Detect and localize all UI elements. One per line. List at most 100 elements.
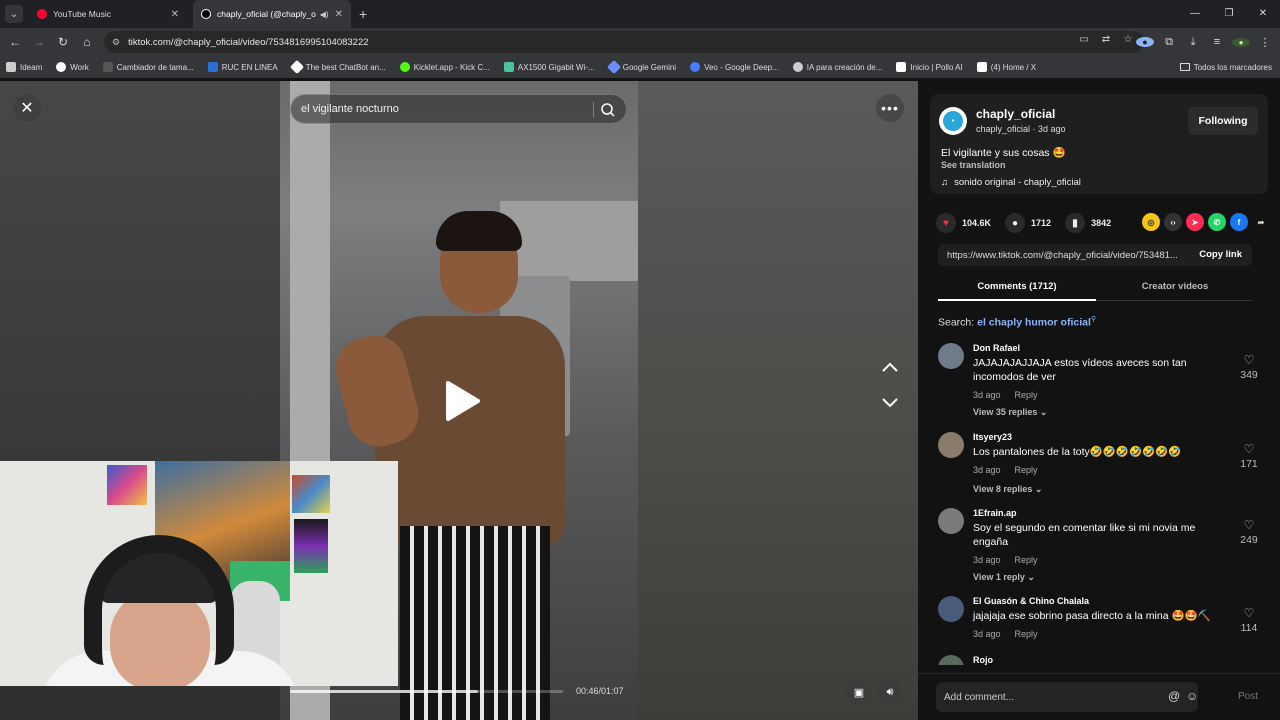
bookmark-icon — [399, 62, 410, 72]
comment-username[interactable]: El Guasón & Chino Chalala — [973, 596, 1089, 606]
author-name[interactable]: chaply_oficial — [976, 107, 1055, 121]
mention-icon[interactable]: @ — [1168, 689, 1180, 703]
repost-icon[interactable]: ◎ — [1142, 213, 1160, 231]
avatar[interactable] — [938, 508, 964, 534]
reload-icon[interactable]: ↻ — [51, 35, 75, 49]
translate-icon[interactable]: ⇄ — [1098, 34, 1114, 45]
comment-username[interactable]: 1Efrain.ap — [973, 508, 1017, 518]
bookmark-item[interactable]: RUC EN LINEA — [207, 62, 278, 72]
extension-icon[interactable]: ● — [1136, 37, 1154, 47]
close-tab-icon[interactable]: ✕ — [171, 9, 179, 20]
send-icon[interactable]: ➤ — [1186, 213, 1204, 231]
home-icon[interactable]: ⌂ — [75, 35, 99, 49]
media-icon[interactable]: ≡ — [1208, 36, 1226, 48]
facebook-icon[interactable]: f — [1230, 213, 1248, 231]
cast-icon[interactable]: ▭ — [1076, 34, 1092, 45]
bookmark-item[interactable]: IA para creación de... — [792, 62, 882, 72]
comment-like-button[interactable]: ♡ 171 — [1236, 442, 1262, 470]
minimize-icon[interactable]: — — [1178, 0, 1212, 28]
bookmark-star-icon[interactable]: ☆ — [1120, 34, 1136, 45]
share-url[interactable]: https://www.tiktok.com/@chaply_oficial/v… — [947, 250, 1185, 261]
close-video-button[interactable]: ✕ — [13, 94, 41, 122]
comment-username[interactable]: Rojo — [973, 655, 993, 665]
bookmark-item[interactable]: (4) Home / X — [976, 62, 1036, 72]
comment-meta: 3d ago Reply — [973, 465, 1038, 475]
play-icon[interactable] — [440, 379, 484, 423]
reply-button[interactable]: Reply — [1015, 390, 1038, 400]
search-icon: ⚲ — [1090, 316, 1097, 323]
tab-comments[interactable]: Comments (1712) — [938, 281, 1096, 292]
see-translation-link[interactable]: See translation — [941, 160, 1006, 170]
following-button[interactable]: Following — [1188, 107, 1258, 135]
close-tab-icon[interactable]: ✕ — [335, 9, 343, 20]
emoji-icon[interactable]: ☺ — [1186, 689, 1198, 703]
tab-tiktok[interactable]: chaply_oficial (@chaply_oficial) ◀) ✕ — [193, 0, 351, 28]
comment-username[interactable]: Don Rafael — [973, 343, 1020, 353]
bookmark-item[interactable]: The best ChatBot an... — [289, 59, 386, 75]
post-button[interactable]: Post — [1238, 691, 1258, 702]
speaker-icon[interactable]: ◀) — [320, 10, 329, 19]
comment-input[interactable]: Add comment... @ ☺ — [936, 682, 1198, 712]
comment-like-button[interactable]: ♡ 114 — [1236, 606, 1262, 634]
more-options-button[interactable]: ••• — [876, 94, 904, 122]
bookmark-item[interactable]: Veo - Google Deep... — [690, 62, 779, 72]
view-replies-button[interactable]: View 1 reply ⌄ — [973, 572, 1035, 583]
comment-like-button[interactable]: ♡ 249 — [1236, 518, 1262, 546]
avatar[interactable] — [938, 432, 964, 458]
avatar[interactable] — [938, 655, 964, 665]
video-progress-bar[interactable] — [290, 690, 563, 693]
view-replies-button[interactable]: View 8 replies ⌄ — [973, 484, 1042, 495]
avatar[interactable] — [938, 343, 964, 369]
bookmark-item[interactable]: Inicio | Pollo AI — [896, 62, 963, 72]
music-link[interactable]: ♫ sonido original - chaply_oficial — [941, 177, 1081, 188]
view-replies-button[interactable]: View 35 replies ⌄ — [973, 407, 1047, 418]
copy-link-button[interactable]: Copy link — [1199, 249, 1242, 260]
save-button[interactable]: ▮ 3842 — [1065, 213, 1111, 233]
tab-search-icon[interactable]: ⌄ — [5, 5, 23, 23]
previous-video-icon[interactable] — [878, 357, 902, 377]
menu-icon[interactable]: ⋮ — [1256, 36, 1274, 49]
comment-placeholder: Add comment... — [944, 691, 1015, 703]
comment-button[interactable]: ● 1712 — [1005, 213, 1051, 233]
comment-text: Los pantalones de la toty🤣🤣🤣🤣🤣🤣🤣 — [973, 446, 1182, 458]
address-bar[interactable]: ⚙ tiktok.com/@chaply_oficial/video/75348… — [104, 31, 1144, 53]
site-info-icon[interactable]: ⚙ — [112, 37, 120, 48]
forward-icon[interactable]: → — [27, 35, 51, 49]
avatar[interactable]: ● — [939, 107, 967, 135]
video-search-input[interactable]: el vigilante nocturno — [290, 94, 627, 124]
search-icon[interactable] — [600, 102, 616, 118]
volume-icon: 🔊︎ — [886, 685, 894, 698]
all-bookmarks[interactable]: Todos los marcadores — [1179, 56, 1272, 78]
reply-button[interactable]: Reply — [1015, 629, 1038, 639]
chevron-down-icon: ⌄ — [1039, 407, 1048, 417]
tab-youtube-music[interactable]: YouTube Music ✕ — [29, 0, 187, 28]
comment-like-button[interactable]: ♡ 349 — [1236, 353, 1262, 381]
bookmark-icon — [56, 62, 67, 72]
bookmark-item[interactable]: Kicklet.app - Kick C... — [399, 62, 490, 72]
bookmark-item[interactable]: Cambiador de tama... — [102, 62, 194, 72]
reply-button[interactable]: Reply — [1015, 465, 1038, 475]
comment-username[interactable]: Itsyery23 — [973, 432, 1012, 442]
close-window-icon[interactable]: ✕ — [1246, 0, 1280, 28]
volume-button[interactable]: 🔊︎ — [877, 679, 903, 705]
like-button[interactable]: ♥ 104.6K — [936, 213, 991, 233]
embed-icon[interactable]: ‹› — [1164, 213, 1182, 231]
avatar[interactable] — [938, 596, 964, 622]
restore-icon[interactable]: ❐ — [1212, 0, 1246, 28]
reply-button[interactable]: Reply — [1015, 555, 1038, 565]
tab-creator-videos[interactable]: Creator videos — [1096, 281, 1254, 292]
bookmark-item[interactable]: Ideam — [6, 62, 42, 72]
bookmark-item[interactable]: Google Gemini — [606, 59, 676, 75]
picture-in-picture-button[interactable]: ▣ — [846, 679, 872, 705]
download-icon[interactable]: ⤓ — [1184, 36, 1202, 49]
puzzle-icon[interactable]: ⧉ — [1160, 36, 1178, 49]
next-video-icon[interactable] — [878, 393, 902, 413]
bookmark-item[interactable]: AX1500 Gigabit Wi-... — [503, 62, 595, 72]
back-icon[interactable]: ← — [3, 35, 27, 49]
whatsapp-icon[interactable]: ✆ — [1208, 213, 1226, 231]
new-tab-icon[interactable]: + — [359, 6, 367, 22]
profile-icon[interactable]: ● — [1232, 37, 1250, 47]
bookmark-item[interactable]: Work — [56, 62, 89, 72]
search-suggestion[interactable]: Search: el chaply humor oficial⚲ — [938, 315, 1096, 329]
share-arrow-icon[interactable]: ➦ — [1252, 213, 1270, 231]
